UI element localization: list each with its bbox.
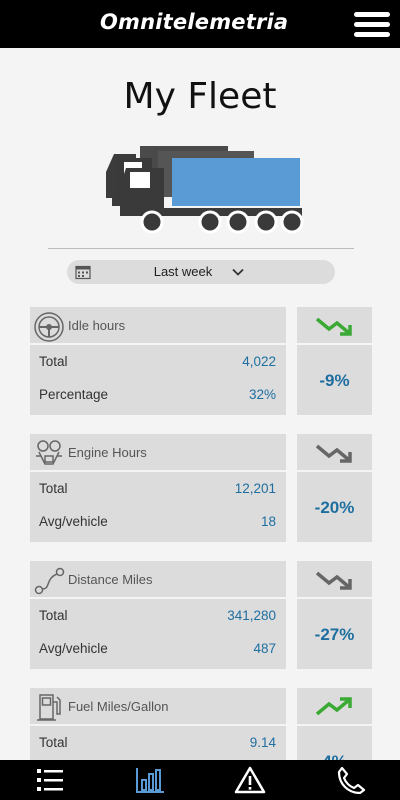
metric-row-value: 18 <box>260 514 276 529</box>
fleet-trucks-illustration <box>106 146 304 234</box>
metric-card-engine-hours[interactable]: Engine Hours Total 12,201 Avg/vehicle 18 <box>30 434 286 542</box>
metric-row-value: 341,280 <box>227 608 276 623</box>
brand-logo: Omnitelemetria <box>100 10 289 34</box>
metric-row-label: Total <box>39 354 68 369</box>
metric-row: Percentage 32% <box>30 380 286 410</box>
trend-header <box>297 434 372 472</box>
fuel-pump-icon <box>37 694 61 721</box>
steering-wheel-icon <box>34 312 64 342</box>
trend-change: -20% <box>314 498 355 517</box>
metric-row-label: Total <box>39 608 68 623</box>
metric-header: Fuel Miles/Gallon <box>30 688 286 726</box>
trend-change: -27% <box>314 625 355 644</box>
trend-down-green-icon <box>315 317 352 336</box>
metric-row-label: Total <box>39 735 68 750</box>
metric-row-value: 32% <box>248 387 276 402</box>
trend-card-distance-miles: -27% <box>297 561 372 669</box>
trend-header <box>297 688 372 726</box>
list-icon[interactable] <box>34 766 66 794</box>
trend-header <box>297 307 372 345</box>
metric-header: Idle hours <box>30 307 286 345</box>
page-title: My Fleet <box>123 76 277 117</box>
menu-button[interactable] <box>354 12 390 38</box>
metric-row-label: Percentage <box>39 387 109 402</box>
metric-name: Distance Miles <box>68 572 153 587</box>
menu-bar <box>354 22 390 27</box>
bottom-nav <box>0 760 400 800</box>
metric-card-idle-hours[interactable]: Idle hours Total 4,022 Percentage 32% <box>30 307 286 415</box>
metric-row: Total 9.14 <box>30 728 286 758</box>
app-header: Omnitelemetria <box>0 0 400 48</box>
metric-row-value: 4,022 <box>242 354 276 369</box>
period-selector[interactable]: Last week <box>67 260 335 284</box>
trend-up-green-icon <box>315 697 352 716</box>
metric-name: Engine Hours <box>68 445 147 460</box>
engine-icon <box>36 440 62 465</box>
trend-card-idle-hours: -9% <box>297 307 372 415</box>
bar-chart-icon[interactable] <box>134 766 166 794</box>
menu-bar <box>354 32 390 37</box>
trend-card-engine-hours: -20% <box>297 434 372 542</box>
metric-row: Total 4,022 <box>30 347 286 377</box>
period-label: Last week <box>153 264 213 279</box>
metric-row: Avg/vehicle 487 <box>30 634 286 664</box>
metric-row-value: 12,201 <box>234 481 276 496</box>
metric-header: Distance Miles <box>30 561 286 599</box>
trend-down-gray-icon <box>315 444 352 463</box>
metric-row: Avg/vehicle 18 <box>30 507 286 537</box>
metric-row-label: Avg/vehicle <box>39 514 108 529</box>
metric-row: Total 341,280 <box>30 601 286 631</box>
trend-down-gray-icon <box>315 571 352 590</box>
metric-row-label: Avg/vehicle <box>39 641 108 656</box>
trend-change: -9% <box>319 371 350 390</box>
chevron-down-icon <box>232 268 244 276</box>
metric-card-distance-miles[interactable]: Distance Miles Total 341,280 Avg/vehicle… <box>30 561 286 669</box>
metric-header: Engine Hours <box>30 434 286 472</box>
metric-row-value: 487 <box>253 641 276 656</box>
warning-icon[interactable] <box>234 766 266 794</box>
route-icon <box>34 567 65 595</box>
metric-name: Idle hours <box>68 318 126 333</box>
metric-row-value: 9.14 <box>249 735 276 750</box>
trend-header <box>297 561 372 599</box>
metric-name: Fuel Miles/Gallon <box>68 699 169 714</box>
metric-row: Total 12,201 <box>30 474 286 504</box>
phone-icon[interactable] <box>334 766 366 794</box>
divider <box>48 248 354 249</box>
menu-bar <box>354 12 390 17</box>
metric-row-label: Total <box>39 481 68 496</box>
